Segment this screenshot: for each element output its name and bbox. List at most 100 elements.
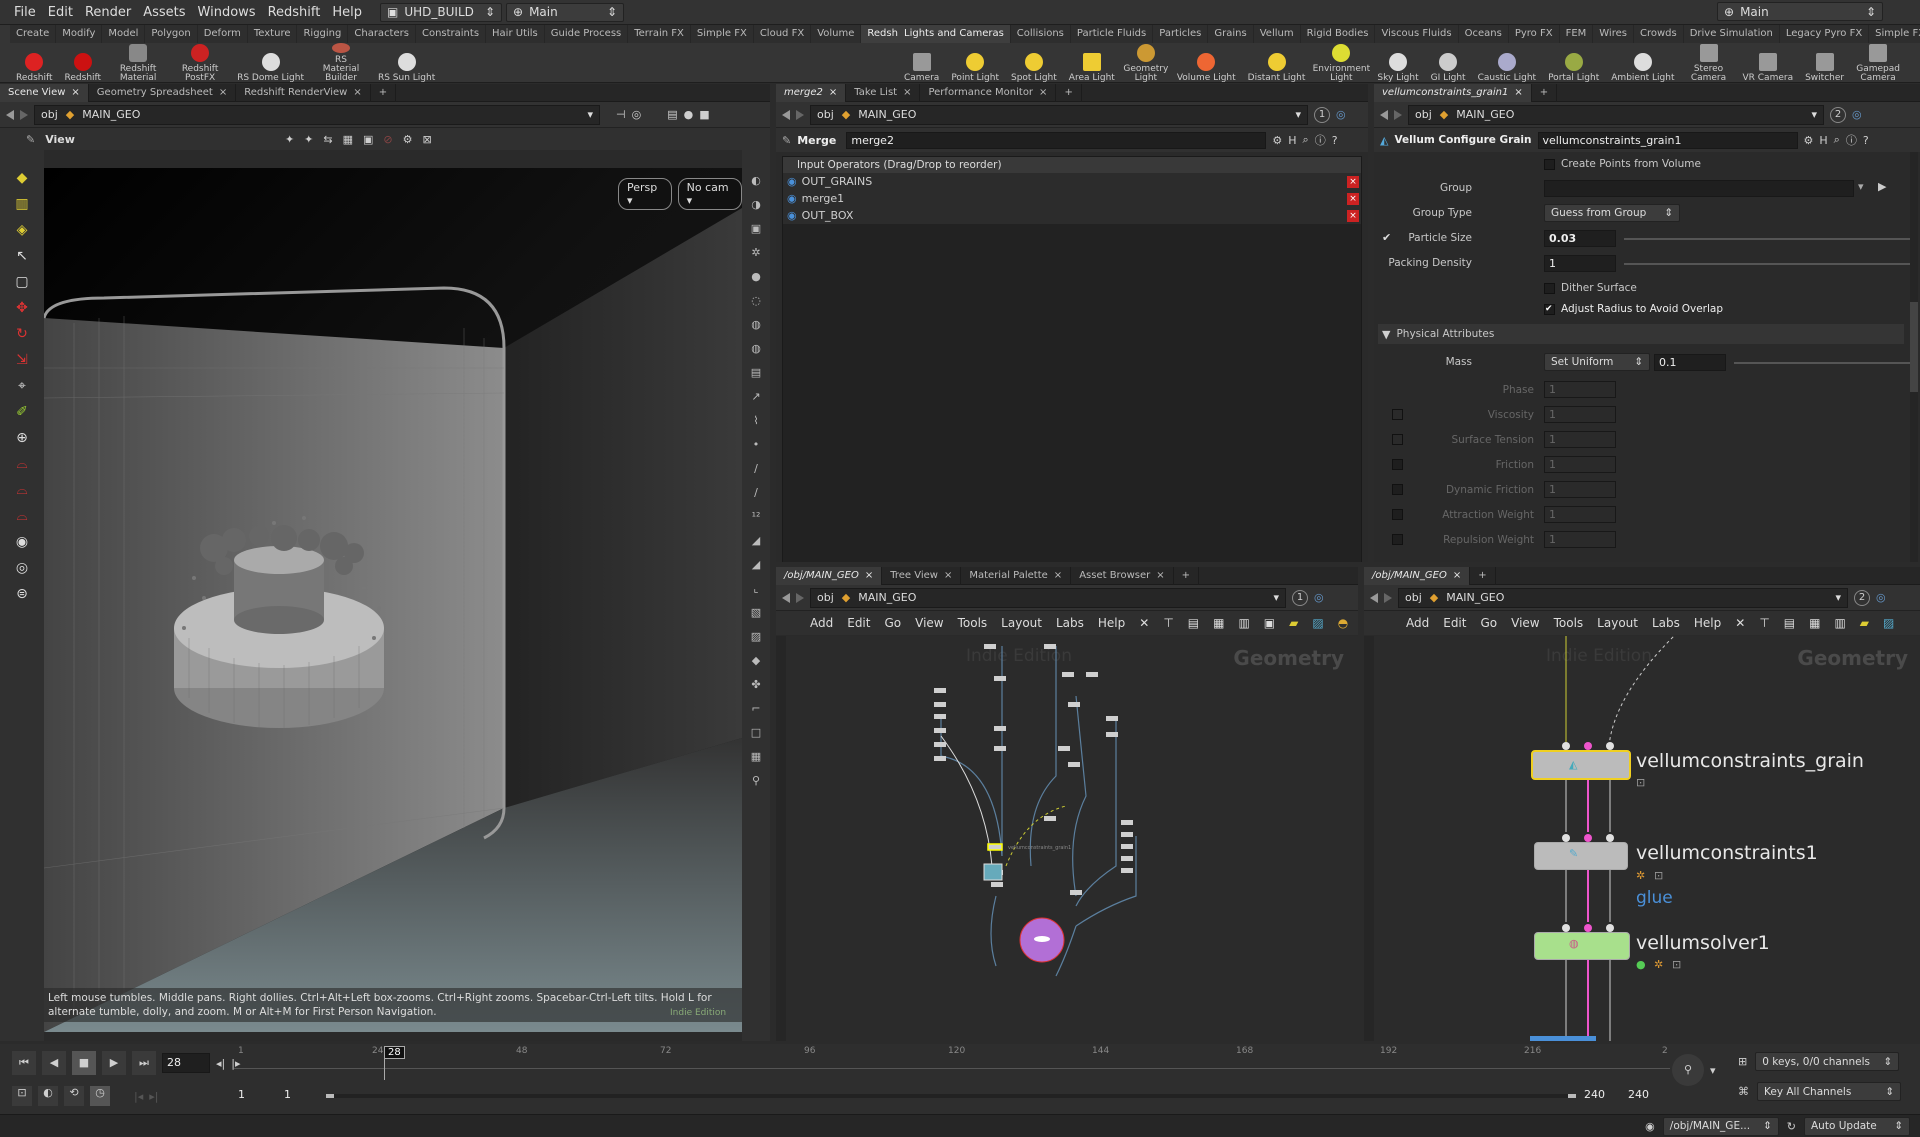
shelf-tab[interactable]: Particle Fluids xyxy=(1071,25,1154,43)
checkbox[interactable] xyxy=(1392,534,1403,545)
persp-menu[interactable]: Persp ▾ xyxy=(618,178,672,210)
back-icon[interactable] xyxy=(1380,109,1388,120)
key-icon[interactable]: ⌘ xyxy=(1738,1085,1749,1098)
render-icon[interactable]: ⊠ xyxy=(423,133,432,146)
menu-view[interactable]: View xyxy=(1511,616,1539,630)
paint2-icon[interactable]: ◢ xyxy=(752,558,760,571)
tab-obj-main-geo[interactable]: /obj/MAIN_GEO × xyxy=(1364,567,1471,585)
render-icon[interactable]: ⊜ xyxy=(16,586,28,602)
pin-number[interactable]: 2 xyxy=(1830,106,1846,123)
menu-add[interactable]: Add xyxy=(810,616,833,630)
tool-distant-light[interactable]: Distant Light xyxy=(1242,43,1312,83)
add-tab-icon[interactable]: + xyxy=(1174,567,1200,585)
close-icon[interactable]: × xyxy=(1156,567,1164,585)
link-icon[interactable]: ◎ xyxy=(1876,591,1886,604)
add-tab-icon[interactable]: + xyxy=(1532,84,1558,102)
network2-path[interactable]: obj ◆ MAIN_GEO ▾ xyxy=(1398,587,1848,608)
tool-rs-sun-light[interactable]: RS Sun Light xyxy=(372,43,441,83)
frame-icon[interactable]: ▣ xyxy=(363,133,373,146)
display-icon[interactable]: ▤ xyxy=(751,366,761,379)
chevron-down-icon[interactable]: ▾ xyxy=(1710,1064,1716,1077)
forward-icon[interactable] xyxy=(796,109,804,120)
keys-channels-display[interactable]: 0 keys, 0/0 channels ⇕ xyxy=(1755,1052,1900,1071)
lock-icon[interactable]: ⊡ xyxy=(1654,869,1663,882)
picture-icon[interactable]: ▨ xyxy=(1312,616,1323,630)
tab-asset-browser[interactable]: Asset Browser × xyxy=(1071,567,1174,585)
channel-icon[interactable]: ⊞ xyxy=(1738,1055,1747,1068)
shelf-tab[interactable]: Oceans xyxy=(1459,25,1509,43)
table-icon[interactable]: ▥ xyxy=(1238,616,1249,630)
stop-icon[interactable]: ⊘ xyxy=(383,133,392,146)
camera-icon[interactable]: ⚙ xyxy=(403,133,413,146)
key-icon[interactable]: ⚲ xyxy=(1672,1054,1704,1086)
input-row[interactable]: ◉ merge1 × xyxy=(783,190,1361,207)
menu-assets[interactable]: Assets xyxy=(137,0,191,25)
checkbox[interactable] xyxy=(1392,509,1403,520)
snap3-icon[interactable]: ⇆ xyxy=(323,133,332,146)
display-icon[interactable]: ■ xyxy=(699,108,709,121)
end-frame-field-2[interactable]: 240 xyxy=(1624,1086,1664,1106)
paint-icon[interactable]: ◈ xyxy=(17,222,28,238)
menu-file[interactable]: File xyxy=(8,0,42,25)
menu-go[interactable]: Go xyxy=(1480,616,1497,630)
camera-view-icon[interactable]: ◉ xyxy=(16,534,28,550)
menu-add[interactable]: Add xyxy=(1406,616,1429,630)
brush-icon[interactable]: ✐ xyxy=(16,404,28,420)
tab-scene-view[interactable]: Scene View × xyxy=(0,84,89,102)
node-name-field[interactable]: merge2 xyxy=(846,131,1267,149)
selection-icon[interactable]: ▧ xyxy=(751,606,761,619)
select-icon[interactable]: ↖ xyxy=(16,248,28,264)
shelf-tab[interactable]: Characters xyxy=(348,25,416,43)
shelf-tab[interactable]: Deform xyxy=(198,25,248,43)
add-tab-icon[interactable]: + xyxy=(1470,567,1496,585)
close-icon[interactable]: × xyxy=(865,567,873,585)
search-icon[interactable]: ⌕ xyxy=(1834,133,1840,147)
tool-environment-light[interactable]: Environment Light xyxy=(1311,43,1371,83)
input-row[interactable]: ◉ OUT_BOX × xyxy=(783,207,1361,224)
forward-icon[interactable] xyxy=(1384,592,1392,603)
shelf-tab[interactable]: Volume xyxy=(811,25,862,43)
bucket-icon[interactable]: ◓ xyxy=(1338,616,1348,630)
tree-icon[interactable]: ⊤ xyxy=(1163,616,1173,630)
mass-mode-select[interactable]: Set Uniform ⇕ xyxy=(1544,353,1650,371)
points-icon[interactable]: • xyxy=(753,438,760,451)
menu-tools[interactable]: Tools xyxy=(1554,616,1584,630)
vector-icon[interactable]: ↗ xyxy=(751,390,760,403)
back-icon[interactable] xyxy=(6,109,14,120)
vellum-path[interactable]: obj ◆ MAIN_GEO ▾ xyxy=(1408,104,1824,125)
magnet-icon[interactable]: ⌓ xyxy=(16,456,27,472)
shelf-tab[interactable]: Rigging xyxy=(297,25,349,43)
tool-rs-material[interactable]: Redshift Material xyxy=(107,43,169,83)
shelf-tab[interactable]: Texture xyxy=(248,25,298,43)
gear-flag-icon[interactable]: ✲ xyxy=(1636,869,1645,882)
shelf-tab-active[interactable]: Lights and Cameras xyxy=(898,25,1011,43)
tool-redshift-2[interactable]: Redshift xyxy=(59,43,108,83)
tab-redshift-renderview[interactable]: Redshift RenderView × xyxy=(236,84,371,102)
link-icon[interactable]: ◎ xyxy=(1336,108,1346,121)
gear-icon[interactable]: ⚙ xyxy=(1804,134,1814,147)
display-flag-icon[interactable]: ● xyxy=(1636,958,1646,971)
wrench-icon[interactable]: ✕ xyxy=(1735,616,1745,630)
checkbox[interactable] xyxy=(1392,459,1403,470)
menu-view[interactable]: View xyxy=(915,616,943,630)
lock-icon[interactable]: ⊡ xyxy=(1672,958,1681,971)
tab-obj-main-geo[interactable]: /obj/MAIN_GEO × xyxy=(776,567,883,585)
shelf-tab[interactable]: Legacy Pyro FX xyxy=(1780,25,1870,43)
tool-sky-light[interactable]: Sky Light xyxy=(1371,43,1424,83)
bug-icon[interactable]: ✤ xyxy=(751,678,760,691)
shelf-tab[interactable]: Modify xyxy=(56,25,103,43)
shelf-tab[interactable]: FEM xyxy=(1560,25,1594,43)
lock-icon[interactable]: ▣ xyxy=(751,222,761,235)
wrench-icon[interactable]: ✕ xyxy=(1139,616,1149,630)
current-frame-field[interactable]: 28 xyxy=(162,1053,210,1073)
key-all-channels-button[interactable]: Key All Channels ⇕ xyxy=(1757,1082,1901,1101)
snap-icon[interactable]: ⊕ xyxy=(16,430,28,446)
tab-tree-view[interactable]: Tree View × xyxy=(882,567,962,585)
shelf-tab[interactable]: Rigid Bodies xyxy=(1301,25,1376,43)
add-tab-icon[interactable]: + xyxy=(1056,84,1082,102)
keyframe-checkmark-icon[interactable]: ✔ xyxy=(1382,231,1391,244)
scale-icon[interactable]: ⇲ xyxy=(16,352,28,368)
camera-menu[interactable]: No cam ▾ xyxy=(677,178,742,210)
scrollbar[interactable] xyxy=(1910,152,1918,562)
close-icon[interactable]: × xyxy=(1054,567,1062,585)
